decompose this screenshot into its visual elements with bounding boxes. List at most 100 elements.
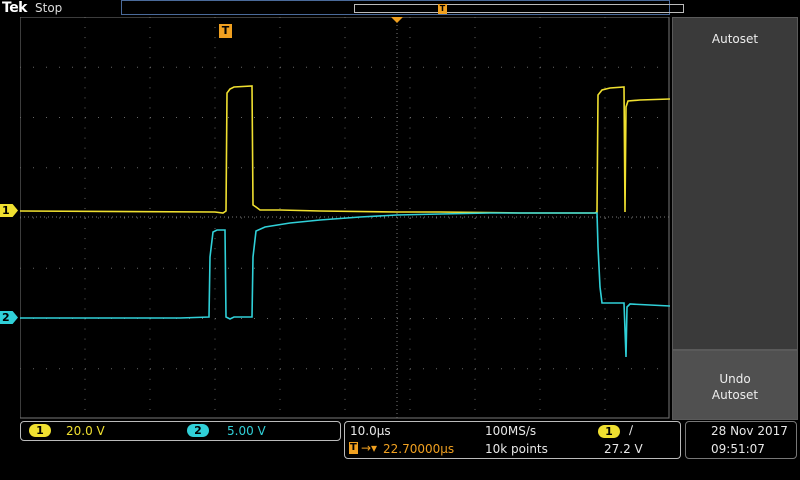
grid-dot bbox=[279, 57, 281, 59]
grid-dot bbox=[474, 17, 476, 18]
grid-dot bbox=[344, 238, 346, 240]
grid-dot bbox=[176, 167, 177, 169]
grid-dot bbox=[137, 117, 138, 118]
timebase-trigger-box[interactable]: 10.0µs T →▾ 22.70000µs 100MS/s 10k point… bbox=[344, 421, 681, 459]
grid-dot bbox=[539, 107, 541, 109]
grid-dot bbox=[474, 207, 476, 209]
grid-dot bbox=[241, 66, 242, 68]
grid-dot bbox=[605, 66, 606, 68]
grid-dot bbox=[279, 398, 281, 400]
grid-dot bbox=[306, 117, 307, 118]
grid-dot bbox=[344, 328, 346, 330]
grid-dot bbox=[46, 368, 47, 370]
grid-dot bbox=[84, 308, 86, 310]
grid-dot bbox=[539, 378, 541, 380]
grid-dot bbox=[150, 217, 151, 219]
grid-dot bbox=[149, 47, 151, 49]
grid-dot bbox=[539, 288, 541, 290]
grid-dot bbox=[279, 197, 281, 199]
grid-dot bbox=[84, 47, 86, 49]
grid-dot bbox=[604, 17, 606, 18]
grid-dot bbox=[279, 27, 281, 29]
grid-dot bbox=[149, 77, 151, 79]
grid-dot bbox=[474, 358, 476, 360]
grid-dot bbox=[279, 238, 281, 240]
grid-dot bbox=[449, 318, 450, 319]
grid-dot bbox=[566, 117, 567, 118]
grid-dot bbox=[462, 217, 463, 219]
grid-dot bbox=[214, 137, 216, 139]
grid-dot bbox=[604, 248, 606, 250]
autoset-button[interactable]: Autoset bbox=[672, 17, 798, 350]
grid-dot bbox=[344, 97, 346, 99]
grid-dot bbox=[462, 267, 463, 269]
grid-dot bbox=[409, 87, 411, 89]
grid-dot bbox=[397, 66, 398, 68]
grid-dot bbox=[84, 248, 86, 250]
grid-dot bbox=[59, 368, 60, 370]
grid-dot bbox=[539, 57, 541, 59]
grid-dot bbox=[215, 318, 216, 319]
grid-dot bbox=[124, 66, 125, 68]
grid-dot bbox=[98, 117, 99, 118]
grid-dot bbox=[474, 238, 476, 240]
grid-dot bbox=[214, 278, 216, 280]
grid-dot bbox=[214, 207, 216, 209]
grid-dot bbox=[241, 368, 242, 370]
grid-dot bbox=[514, 318, 515, 319]
grid-dot bbox=[604, 278, 606, 280]
grid-dot bbox=[436, 217, 437, 219]
grid-dot bbox=[604, 157, 606, 159]
grid-dot bbox=[189, 217, 190, 219]
grid-dot bbox=[279, 308, 281, 310]
trigger-source-badge: 1 bbox=[598, 425, 620, 438]
grid-dot bbox=[409, 157, 411, 159]
grid-dot bbox=[163, 117, 164, 118]
grid-dot bbox=[214, 398, 216, 400]
grid-dot bbox=[644, 167, 645, 169]
grid-dot bbox=[409, 248, 411, 250]
ch2-ground-marker[interactable]: 2 bbox=[0, 311, 18, 324]
ch1-ground-marker[interactable]: 1 bbox=[0, 204, 18, 217]
grid-dot bbox=[410, 167, 411, 169]
grid-dot bbox=[605, 217, 606, 219]
grid-dot bbox=[98, 267, 99, 269]
grid-dot bbox=[267, 368, 268, 370]
grid-dot bbox=[371, 267, 372, 269]
grid-dot bbox=[474, 137, 476, 139]
grid-dot bbox=[553, 117, 554, 118]
undo-autoset-button[interactable]: Undo Autoset bbox=[672, 350, 798, 420]
grid-dot bbox=[539, 278, 541, 280]
grid-dot bbox=[618, 167, 619, 169]
grid-dot bbox=[409, 378, 411, 380]
grid-dot bbox=[618, 267, 619, 269]
grid-dot bbox=[539, 77, 541, 79]
grid-dot bbox=[592, 318, 593, 319]
grid-dot bbox=[124, 217, 125, 219]
grid-dot bbox=[344, 17, 346, 18]
grid-dot bbox=[149, 408, 151, 410]
grid-dot bbox=[279, 137, 281, 139]
grid-dot bbox=[241, 167, 242, 169]
channel-scale-box[interactable]: 1 20.0 V 2 5.00 V bbox=[20, 421, 341, 441]
delay-icon: T bbox=[349, 442, 358, 454]
grid-dot bbox=[474, 308, 476, 310]
grid-dot bbox=[33, 167, 34, 169]
grid-dot bbox=[475, 167, 476, 169]
grid-dot bbox=[358, 167, 359, 169]
waveform-display[interactable]: T bbox=[19, 16, 671, 419]
grid-dot bbox=[189, 267, 190, 269]
grid-dot bbox=[84, 107, 86, 109]
undo-label-line1: Undo bbox=[719, 372, 751, 386]
undo-label-line2: Autoset bbox=[711, 388, 759, 402]
grid-dot bbox=[474, 87, 476, 89]
grid-dot bbox=[306, 66, 307, 68]
grid-dot bbox=[397, 267, 398, 269]
grid-dot bbox=[279, 77, 281, 79]
grid-dot bbox=[85, 217, 86, 219]
grid-dot bbox=[33, 66, 34, 68]
grid-dot bbox=[46, 217, 47, 219]
grid-dot bbox=[344, 37, 346, 39]
grid-dot bbox=[72, 66, 73, 68]
grid-dot bbox=[228, 368, 229, 370]
